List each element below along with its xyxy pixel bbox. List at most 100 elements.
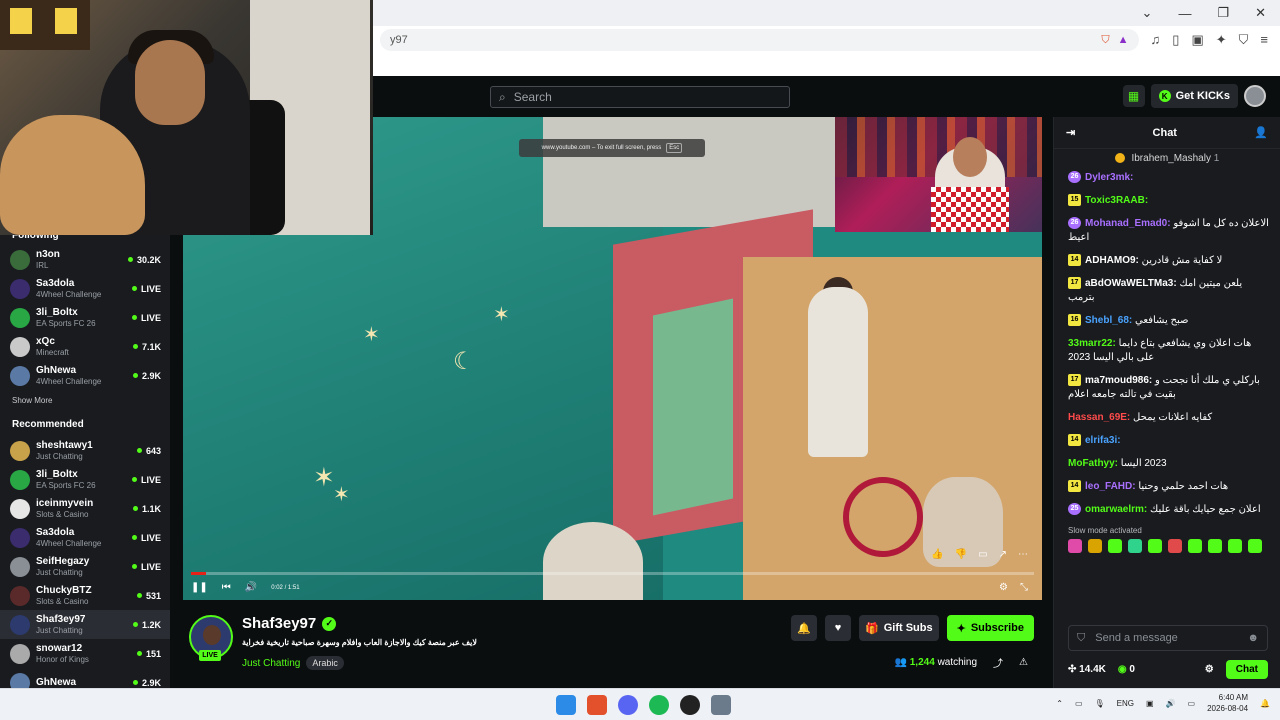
stream-manager-button[interactable]: ▦	[1122, 85, 1145, 107]
brave-rewards-icon[interactable]: ▲	[1118, 34, 1129, 47]
gift-subs-button[interactable]: 🎁 Gift Subs	[859, 615, 939, 641]
notifications-icon[interactable]: 🔔	[1260, 699, 1270, 708]
spotify-icon[interactable]	[649, 695, 669, 715]
tab-list-button[interactable]: ⌄	[1142, 5, 1153, 21]
streamer-name[interactable]: Shaf3ey97	[242, 615, 316, 632]
menu-icon[interactable]: ≡	[1260, 32, 1268, 48]
exit-fullscreen-icon[interactable]: ⤡	[1020, 582, 1028, 593]
emote[interactable]	[1088, 539, 1102, 553]
kicks-balance[interactable]: ✣ 14.4K	[1068, 664, 1106, 675]
comment-icon[interactable]: ▭	[978, 549, 987, 560]
language-tag[interactable]: Arabic	[306, 656, 344, 670]
settings-icon[interactable]: ⚙	[999, 582, 1008, 593]
emote[interactable]	[1068, 539, 1082, 553]
follow-button[interactable]: ♥	[825, 615, 851, 641]
tray-chevron-icon[interactable]: ⌃	[1056, 699, 1063, 708]
brave-icon[interactable]	[587, 695, 607, 715]
music-icon[interactable]: ♫	[1151, 32, 1161, 48]
share-stream-icon[interactable]: ⤴	[993, 655, 1003, 670]
brave-shields-icon[interactable]: ⛉	[1101, 34, 1109, 47]
emote[interactable]	[1128, 539, 1142, 553]
chat-username[interactable]: omarwaelrm:	[1085, 504, 1147, 515]
tray-app-icon[interactable]: ▭	[1075, 699, 1083, 708]
speaker-icon[interactable]: 🔊	[1166, 699, 1176, 708]
wallet-icon[interactable]: ▣	[1191, 32, 1203, 48]
settings-app-icon[interactable]	[711, 695, 731, 715]
maximize-button[interactable]: ❐	[1217, 5, 1229, 21]
microphone-icon[interactable]: 🎙	[1095, 699, 1105, 708]
pinned-gifter[interactable]: Ibrahem_Mashaly 1	[1054, 149, 1280, 171]
emote[interactable]	[1248, 539, 1262, 553]
category-link[interactable]: Just Chatting	[242, 658, 300, 669]
skip-back-icon[interactable]: ⏮	[222, 582, 231, 593]
address-bar[interactable]: y97 ⛉ ▲	[380, 29, 1139, 51]
emote[interactable]	[1168, 539, 1182, 553]
language-indicator[interactable]: ENG	[1117, 699, 1134, 708]
collapse-chat-icon[interactable]: ⇥	[1066, 126, 1075, 139]
sidebar-channel-item[interactable]: xQc Minecraft 7.1K	[0, 332, 170, 361]
chat-settings-icon[interactable]: ⚙	[1205, 664, 1214, 675]
sidebar-channel-item[interactable]: snowar12 Honor of Kings 151	[0, 639, 170, 668]
volume-icon[interactable]: 🔊	[245, 582, 257, 593]
sidebar-channel-item[interactable]: GhNewa 4Wheel Challenge 2.9K	[0, 361, 170, 390]
emote[interactable]	[1228, 539, 1242, 553]
chat-username[interactable]: Hassan_69E:	[1068, 412, 1130, 423]
subscribe-button[interactable]: ✦ Subscribe	[946, 615, 1034, 641]
sub-badge-icon: 14	[1068, 480, 1081, 493]
user-avatar[interactable]	[1244, 85, 1266, 107]
sidebar-channel-item[interactable]: Shaf3ey97 Just Chatting 1.2K	[0, 610, 170, 639]
sidebar-channel-item[interactable]: sheshtawy1 Just Chatting 643	[0, 436, 170, 465]
discord-icon[interactable]	[618, 695, 638, 715]
emote[interactable]	[1108, 539, 1122, 553]
chat-username[interactable]: aBdOWaWELTMa3:	[1085, 278, 1177, 289]
chat-username[interactable]: ADHAMO9:	[1085, 255, 1139, 266]
sidebar-channel-item[interactable]: 3li_Boltx EA Sports FC 26 LIVE	[0, 303, 170, 332]
search-input[interactable]: ⌕ Search	[490, 86, 790, 108]
chat-username[interactable]: ma7moud986:	[1085, 375, 1152, 386]
emote[interactable]	[1148, 539, 1162, 553]
like-icon[interactable]: 👍	[931, 549, 943, 560]
pause-icon[interactable]: ❚❚	[191, 582, 208, 593]
emote[interactable]	[1208, 539, 1222, 553]
close-button[interactable]: ✕	[1255, 5, 1266, 21]
notifications-button[interactable]: 🔔	[791, 615, 817, 641]
battery-icon[interactable]: ▭	[1188, 699, 1196, 708]
sidebar-channel-item[interactable]: Sa3dola 4Wheel Challenge LIVE	[0, 274, 170, 303]
chat-username[interactable]: elrifa3i:	[1085, 435, 1121, 446]
chat-username[interactable]: leo_FAHD:	[1085, 481, 1136, 492]
sidebar-icon[interactable]: ▯	[1172, 32, 1179, 48]
chat-users-icon[interactable]: 👤	[1254, 126, 1268, 139]
minimize-button[interactable]: —	[1178, 6, 1191, 21]
chat-username[interactable]: MoFathyy:	[1068, 458, 1118, 469]
chat-send-button[interactable]: Chat	[1225, 659, 1268, 679]
leo-icon[interactable]: ✦	[1216, 32, 1227, 48]
start-icon[interactable]	[556, 695, 576, 715]
dislike-icon[interactable]: 👎	[955, 549, 967, 560]
points-balance[interactable]: ◉ 0	[1118, 664, 1135, 675]
share-icon[interactable]: ↗	[999, 549, 1007, 560]
chat-username[interactable]: Mohanad_Emad0:	[1085, 218, 1171, 229]
clock[interactable]: 6:40 AM 2026-08-04	[1207, 692, 1248, 714]
chat-username[interactable]: Toxic3RAAB:	[1085, 195, 1148, 206]
sidebar-channel-item[interactable]: 3li_Boltx EA Sports FC 26 LIVE	[0, 465, 170, 494]
obs-icon[interactable]	[680, 695, 700, 715]
emote[interactable]	[1188, 539, 1202, 553]
show-more-link[interactable]: Show More	[0, 390, 170, 411]
sidebar-channel-item[interactable]: n3on IRL 30.2K	[0, 245, 170, 274]
report-icon[interactable]: ⚠	[1019, 657, 1028, 668]
sidebar-channel-item[interactable]: GhNewa 2.9K	[0, 668, 170, 688]
progress-bar[interactable]	[191, 572, 1034, 575]
vpn-icon[interactable]: ⛉	[1239, 32, 1249, 48]
more-icon[interactable]: ⋯	[1018, 549, 1028, 560]
sidebar-channel-item[interactable]: ChuckyBTZ Slots & Casino 531	[0, 581, 170, 610]
chat-username[interactable]: Shebl_68:	[1085, 315, 1132, 326]
chat-input[interactable]: ⛉ Send a message ☻	[1068, 625, 1268, 651]
get-kicks-button[interactable]: K Get KICKs	[1150, 84, 1238, 108]
network-icon[interactable]: ▣	[1146, 699, 1154, 708]
sidebar-channel-item[interactable]: SeifHegazy Just Chatting LIVE	[0, 552, 170, 581]
emoji-icon[interactable]: ☻	[1247, 632, 1259, 644]
chat-username[interactable]: Dyler3mk:	[1085, 172, 1133, 183]
sidebar-channel-item[interactable]: Sa3dola 4Wheel Challenge LIVE	[0, 523, 170, 552]
chat-username[interactable]: 33marr22:	[1068, 338, 1116, 349]
sidebar-channel-item[interactable]: iceinmyvein Slots & Casino 1.1K	[0, 494, 170, 523]
